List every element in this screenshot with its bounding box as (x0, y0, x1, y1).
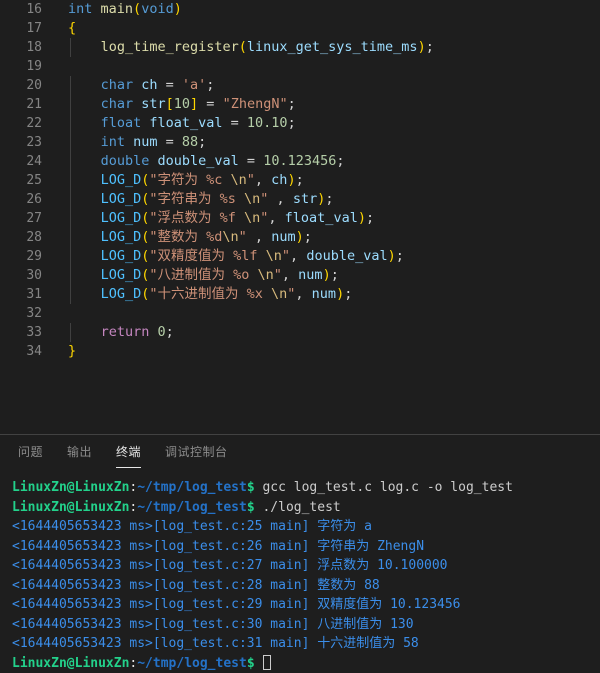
line-number: 26 (0, 190, 42, 209)
terminal-user-host: LinuxZn@LinuxZn (12, 656, 129, 671)
code-line[interactable]: 33 return 0; (0, 323, 600, 342)
line-number: 31 (0, 285, 42, 304)
terminal-prompt-line: LinuxZn@LinuxZn:~/tmp/log_test$ gcc log_… (12, 478, 600, 498)
terminal-prompt-line: LinuxZn@LinuxZn:~/tmp/log_test$ ./log_te… (12, 498, 600, 518)
code-line-text: LOG_D("八进制值为 %o \n", num); (42, 266, 600, 285)
code-line-text: LOG_D("十六进制值为 %x \n", num); (42, 285, 600, 304)
code-line[interactable]: 22 float float_val = 10.10; (0, 114, 600, 133)
terminal-log-line: <1644405653423 ms>[log_test.c:29 main] 双… (12, 595, 600, 615)
line-number: 19 (0, 57, 42, 76)
code-line[interactable]: 17{ (0, 19, 600, 38)
code-lines-container: 16int main(void)17{18 log_time_register(… (0, 0, 600, 361)
line-number: 23 (0, 133, 42, 152)
code-line-text: return 0; (42, 323, 600, 342)
line-number: 20 (0, 76, 42, 95)
line-number: 29 (0, 247, 42, 266)
terminal-log-line: <1644405653423 ms>[log_test.c:31 main] 十… (12, 634, 600, 654)
code-line[interactable]: 30 LOG_D("八进制值为 %o \n", num); (0, 266, 600, 285)
code-line[interactable]: 21 char str[10] = "ZhengN"; (0, 95, 600, 114)
code-line-text: float float_val = 10.10; (42, 114, 600, 133)
terminal-command: gcc log_test.c log.c -o log_test (255, 480, 513, 495)
panel-tab-bar: 问题输出终端调试控制台 (0, 435, 600, 470)
code-line-text: LOG_D("整数为 %d\n" , num); (42, 228, 600, 247)
line-number: 28 (0, 228, 42, 247)
line-number: 24 (0, 152, 42, 171)
line-number: 34 (0, 342, 42, 361)
terminal-log-text: <1644405653423 ms>[log_test.c:30 main] 八… (12, 617, 414, 632)
terminal-prompt-symbol: $ (247, 480, 255, 495)
code-line-text: char ch = 'a'; (42, 76, 600, 95)
panel-tab-2[interactable]: 终端 (116, 435, 141, 470)
bottom-panel: 问题输出终端调试控制台 LinuxZn@LinuxZn:~/tmp/log_te… (0, 434, 600, 640)
code-line-text: char str[10] = "ZhengN"; (42, 95, 600, 114)
code-line-text: double double_val = 10.123456; (42, 152, 600, 171)
terminal-log-line: <1644405653423 ms>[log_test.c:30 main] 八… (12, 615, 600, 635)
code-line[interactable]: 29 LOG_D("双精度值为 %lf \n", double_val); (0, 247, 600, 266)
terminal-command: ./log_test (255, 500, 341, 515)
code-editor[interactable]: 16int main(void)17{18 log_time_register(… (0, 0, 600, 434)
code-line-text: LOG_D("双精度值为 %lf \n", double_val); (42, 247, 600, 266)
terminal-log-text: <1644405653423 ms>[log_test.c:31 main] 十… (12, 636, 419, 651)
panel-tab-1[interactable]: 输出 (67, 435, 92, 470)
code-line-text: LOG_D("字符串为 %s \n" , str); (42, 190, 600, 209)
terminal-log-line: <1644405653423 ms>[log_test.c:26 main] 字… (12, 537, 600, 557)
code-line-text: LOG_D("浮点数为 %f \n", float_val); (42, 209, 600, 228)
line-number: 17 (0, 19, 42, 38)
panel-tab-0[interactable]: 问题 (18, 435, 43, 470)
terminal-user-host: LinuxZn@LinuxZn (12, 500, 129, 515)
code-line-text: LOG_D("字符为 %c \n", ch); (42, 171, 600, 190)
terminal-log-line: <1644405653423 ms>[log_test.c:28 main] 整… (12, 576, 600, 596)
code-line-text: int main(void) (42, 0, 600, 19)
code-line[interactable]: 28 LOG_D("整数为 %d\n" , num); (0, 228, 600, 247)
terminal-log-line: <1644405653423 ms>[log_test.c:27 main] 浮… (12, 556, 600, 576)
line-number: 22 (0, 114, 42, 133)
code-line-text: log_time_register(linux_get_sys_time_ms)… (42, 38, 600, 57)
code-line[interactable]: 24 double double_val = 10.123456; (0, 152, 600, 171)
terminal-prompt-symbol: $ (247, 500, 255, 515)
panel-tab-3[interactable]: 调试控制台 (165, 435, 228, 470)
terminal-log-text: <1644405653423 ms>[log_test.c:28 main] 整… (12, 578, 380, 593)
code-line[interactable]: 16int main(void) (0, 0, 600, 19)
terminal-path: ~/tmp/log_test (137, 656, 247, 671)
line-number: 33 (0, 323, 42, 342)
terminal-path: ~/tmp/log_test (137, 480, 247, 495)
terminal-prompt-separator: : (129, 656, 137, 671)
code-line[interactable]: 20 char ch = 'a'; (0, 76, 600, 95)
line-number: 32 (0, 304, 42, 323)
terminal-log-text: <1644405653423 ms>[log_test.c:27 main] 浮… (12, 558, 448, 573)
terminal-command (255, 656, 263, 671)
line-number: 25 (0, 171, 42, 190)
code-line-text: { (42, 19, 600, 38)
code-line[interactable]: 34} (0, 342, 600, 361)
terminal-output[interactable]: LinuxZn@LinuxZn:~/tmp/log_test$ gcc log_… (0, 470, 600, 673)
code-line[interactable]: 32 (0, 304, 600, 323)
terminal-log-line: <1644405653423 ms>[log_test.c:25 main] 字… (12, 517, 600, 537)
code-line[interactable]: 23 int num = 88; (0, 133, 600, 152)
line-number: 30 (0, 266, 42, 285)
terminal-user-host: LinuxZn@LinuxZn (12, 480, 129, 495)
code-line-text: } (42, 342, 600, 361)
terminal-log-text: <1644405653423 ms>[log_test.c:26 main] 字… (12, 539, 424, 554)
code-line[interactable]: 25 LOG_D("字符为 %c \n", ch); (0, 171, 600, 190)
terminal-prompt-line: LinuxZn@LinuxZn:~/tmp/log_test$ (12, 654, 600, 673)
code-line[interactable]: 27 LOG_D("浮点数为 %f \n", float_val); (0, 209, 600, 228)
line-number: 18 (0, 38, 42, 57)
terminal-prompt-symbol: $ (247, 656, 255, 671)
code-line[interactable]: 19 (0, 57, 600, 76)
terminal-path: ~/tmp/log_test (137, 500, 247, 515)
terminal-cursor (263, 655, 271, 670)
code-line[interactable]: 31 LOG_D("十六进制值为 %x \n", num); (0, 285, 600, 304)
terminal-log-text: <1644405653423 ms>[log_test.c:29 main] 双… (12, 597, 461, 612)
line-number: 16 (0, 0, 42, 19)
code-line[interactable]: 26 LOG_D("字符串为 %s \n" , str); (0, 190, 600, 209)
line-number: 21 (0, 95, 42, 114)
code-line[interactable]: 18 log_time_register(linux_get_sys_time_… (0, 38, 600, 57)
code-line-text: int num = 88; (42, 133, 600, 152)
terminal-log-text: <1644405653423 ms>[log_test.c:25 main] 字… (12, 519, 372, 534)
line-number: 27 (0, 209, 42, 228)
